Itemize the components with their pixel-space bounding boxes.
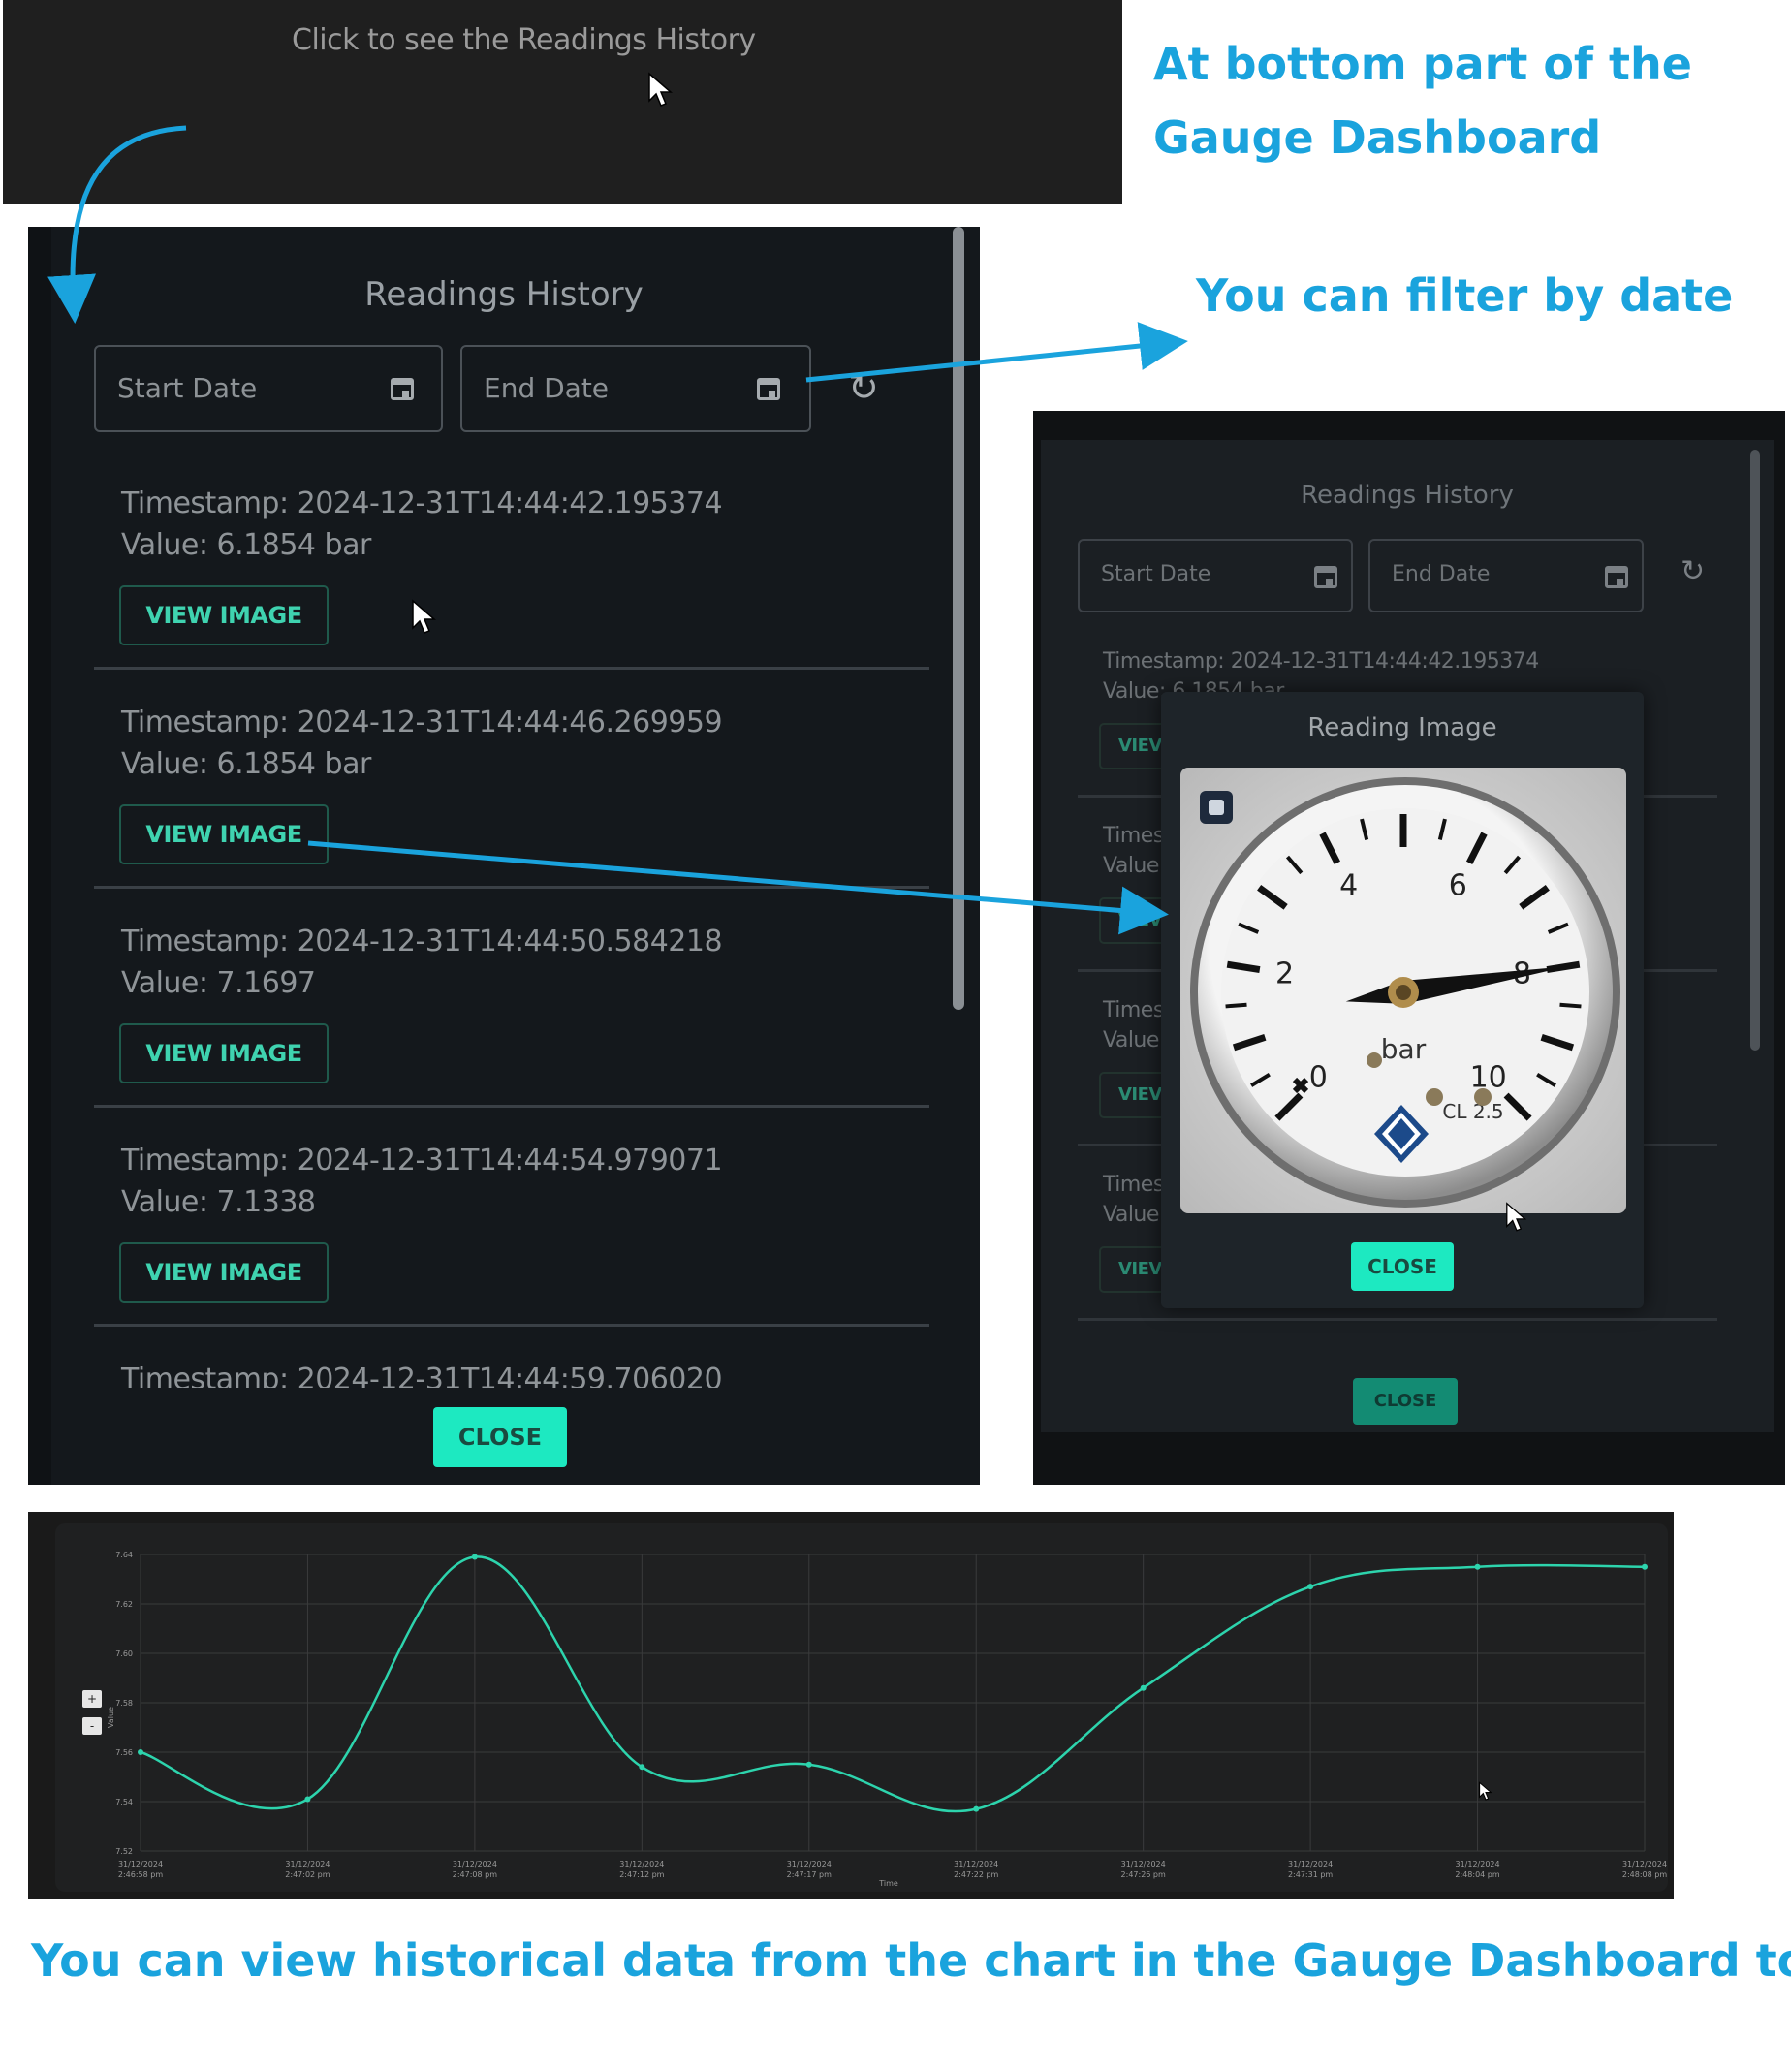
arrow-to-filter-callout bbox=[805, 322, 1188, 383]
annotation-arrows bbox=[47, 125, 1188, 935]
arrow-to-history-dialog bbox=[47, 125, 187, 324]
arrow-to-image-modal bbox=[307, 840, 1169, 935]
